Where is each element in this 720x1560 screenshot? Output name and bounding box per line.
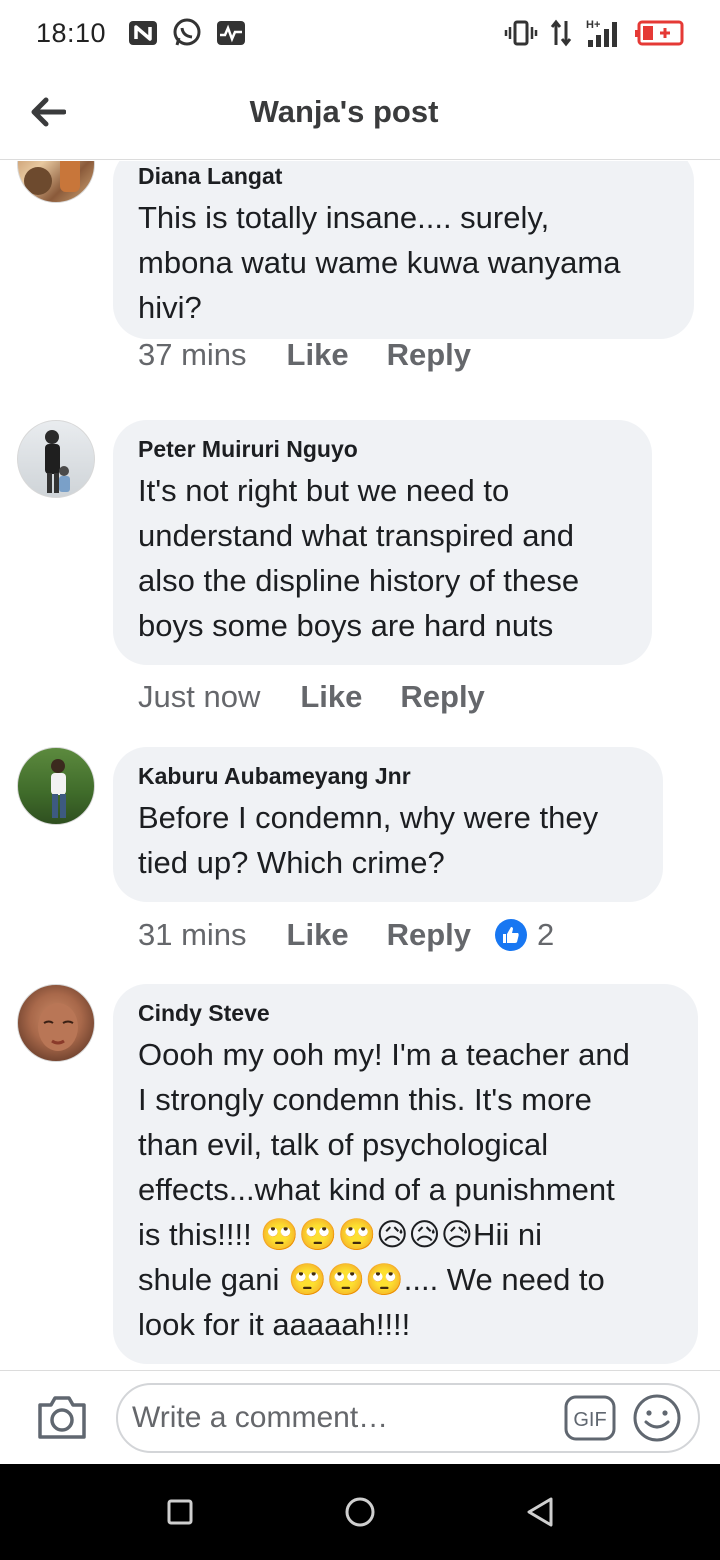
comment-bubble: Kaburu Aubameyang Jnr Before I condemn, … — [113, 747, 663, 902]
comment-actions: 37 mins Like Reply — [138, 337, 509, 373]
status-bar: 18:10 H+ — [0, 0, 720, 66]
home-circle-icon — [345, 1497, 375, 1527]
activity-icon — [216, 20, 246, 46]
comment-bubble: Cindy Steve Oooh my ooh my! I'm a teache… — [113, 984, 698, 1364]
battery-icon — [634, 20, 684, 46]
system-nav-bar — [0, 1464, 720, 1560]
gif-button[interactable]: GIF — [564, 1395, 616, 1441]
gif-icon: GIF — [564, 1395, 616, 1441]
n-badge-icon — [128, 20, 158, 46]
camera-button[interactable] — [36, 1393, 88, 1441]
comment-actions: Just now Like Reply — [138, 679, 523, 715]
signal-icon: H+ — [584, 18, 622, 48]
reaction-summary[interactable]: 2 — [495, 917, 554, 953]
reply-button[interactable]: Reply — [400, 679, 484, 715]
reply-button[interactable]: Reply — [387, 337, 471, 373]
gif-label: GIF — [573, 1409, 606, 1431]
notification-icons — [128, 18, 246, 48]
comment-time[interactable]: 37 mins — [138, 337, 247, 373]
nav-back-button[interactable] — [520, 1492, 560, 1532]
comment-text: Before I condemn, why were they tied up?… — [138, 800, 599, 880]
reply-button[interactable]: Reply — [387, 917, 471, 953]
commenter-name[interactable]: Peter Muiruri Nguyo — [138, 434, 626, 464]
comment-time[interactable]: Just now — [138, 679, 260, 715]
like-button[interactable]: Like — [287, 337, 349, 373]
comment-bubble: Peter Muiruri Nguyo It's not right but w… — [113, 420, 652, 665]
commenter-name[interactable]: Diana Langat — [138, 161, 668, 191]
avatar[interactable] — [17, 984, 95, 1062]
comment-text: It's not right but we need to understand… — [138, 473, 580, 643]
status-time: 18:10 — [36, 17, 107, 48]
recents-square-icon — [167, 1499, 193, 1525]
camera-icon — [38, 1396, 86, 1439]
reaction-count: 2 — [537, 917, 555, 952]
avatar[interactable] — [17, 161, 95, 203]
system-status-icons: H+ — [504, 18, 684, 48]
post-header: Wanja's post — [0, 66, 720, 160]
comment-actions: 31 mins Like Reply 2 — [138, 917, 554, 953]
commenter-name[interactable]: Kaburu Aubameyang Jnr — [138, 761, 637, 791]
commenter-name[interactable]: Cindy Steve — [138, 998, 672, 1028]
vibrate-icon — [504, 19, 538, 47]
comments-list[interactable]: Diana Langat This is totally insane.... … — [0, 161, 720, 1370]
home-button[interactable] — [340, 1492, 380, 1532]
data-arrows-icon — [550, 19, 572, 47]
comment-text: This is totally insane.... surely, mbona… — [138, 200, 621, 325]
comment-input[interactable]: Write a comment… GIF — [116, 1383, 700, 1453]
comment-composer: Write a comment… GIF — [0, 1370, 720, 1464]
recents-button[interactable] — [160, 1492, 200, 1532]
page-title: Wanja's post — [249, 94, 439, 129]
smiley-icon — [633, 1394, 681, 1442]
like-button[interactable]: Like — [300, 679, 362, 715]
like-thumb-icon — [495, 919, 527, 951]
comment-time[interactable]: 31 mins — [138, 917, 247, 953]
avatar[interactable] — [17, 420, 95, 498]
comment-bubble: Diana Langat This is totally insane.... … — [113, 161, 694, 339]
like-button[interactable]: Like — [287, 917, 349, 953]
emoji-button[interactable] — [632, 1393, 682, 1443]
whatsapp-icon — [172, 18, 202, 48]
avatar[interactable] — [17, 747, 95, 825]
comment-input-placeholder: Write a comment… — [132, 1401, 389, 1434]
network-type-label: H+ — [586, 19, 600, 31]
comment-text: Oooh my ooh my! I'm a teacher and I stro… — [138, 1037, 630, 1342]
back-triangle-icon — [527, 1497, 553, 1527]
